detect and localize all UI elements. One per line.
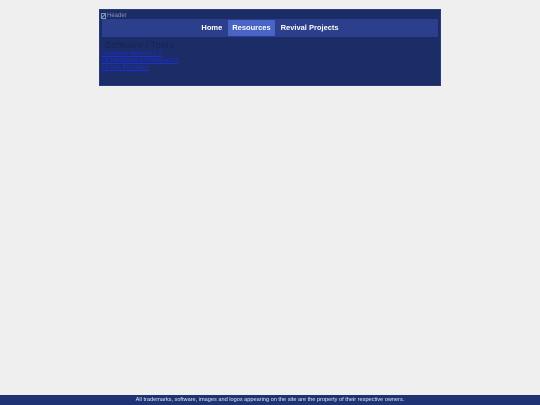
- link-software-version[interactable]: Software Version 1.0: [102, 50, 178, 57]
- link-online-emulator[interactable]: Online Emulator: [102, 64, 178, 71]
- section-title: Software / Tools: [105, 40, 174, 50]
- nav-tab-resources[interactable]: Resources: [228, 20, 275, 36]
- footer: All trademarks, software, images and log…: [0, 395, 540, 405]
- broken-image-icon: [101, 12, 106, 19]
- nav-tab-revival-projects[interactable]: Revival Projects: [277, 20, 343, 36]
- footer-text: All trademarks, software, images and log…: [135, 397, 405, 403]
- link-headboard-printeract[interactable]: Of Headboard Printeract 2: [102, 57, 178, 64]
- link-list: Software Version 1.0 Of Headboard Printe…: [102, 50, 178, 71]
- nav-tab-home[interactable]: Home: [197, 20, 226, 36]
- header-logo-alt-text: Header: [107, 12, 127, 19]
- nav-bar: Home Resources Revival Projects: [102, 19, 438, 37]
- page-container: Header Home Resources Revival Projects S…: [99, 9, 441, 86]
